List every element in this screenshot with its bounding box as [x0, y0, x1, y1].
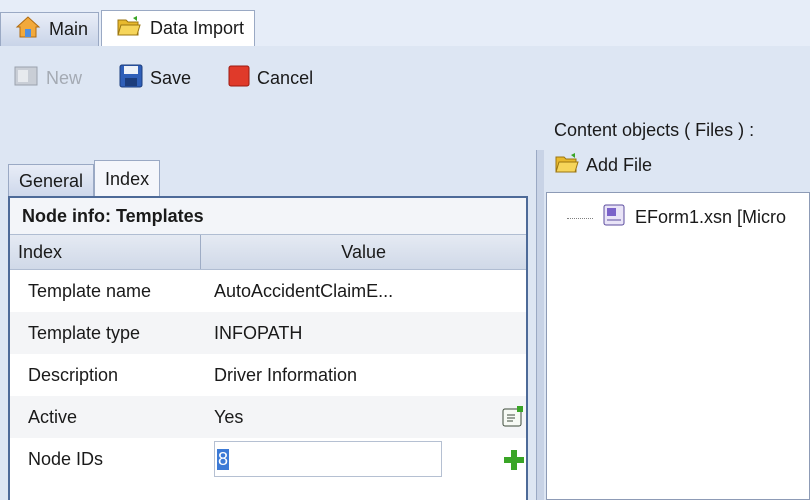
- row-index-cell: Description: [28, 364, 119, 385]
- new-button[interactable]: New: [14, 65, 82, 92]
- tab-index[interactable]: Index: [94, 160, 161, 198]
- folder-add-icon: [554, 152, 580, 179]
- infopath-file-icon: [601, 203, 627, 232]
- row-index-cell: Node IDs: [28, 448, 104, 469]
- cancel-stop-icon: [227, 64, 251, 93]
- toolbar: New Save Cancel: [0, 58, 349, 98]
- add-file-button[interactable]: Add File: [554, 152, 652, 179]
- row-value-cell: Driver Information: [214, 364, 358, 385]
- tab-main-label: Main: [49, 19, 89, 39]
- row-index-cell: Template type: [28, 322, 141, 343]
- cancel-button[interactable]: Cancel: [227, 64, 313, 93]
- add-plus-icon[interactable]: [502, 448, 524, 470]
- tab-general-label: General: [19, 171, 84, 191]
- content-objects-panel: Content objects ( Files ) : Add File EFo…: [544, 100, 810, 500]
- save-disk-icon: [118, 63, 144, 94]
- tree-item-file[interactable]: EForm1.xsn [Micro: [567, 203, 786, 232]
- column-header-value[interactable]: Value: [201, 235, 526, 269]
- new-button-label: New: [46, 67, 83, 88]
- new-document-icon: [14, 65, 40, 92]
- home-icon: [15, 15, 41, 44]
- grid-title: Node info: Templates: [10, 198, 526, 234]
- content-objects-label: Content objects ( Files ) :: [554, 120, 755, 140]
- tab-general[interactable]: General: [8, 164, 95, 198]
- node-subtabs: General Index: [8, 160, 161, 198]
- table-row[interactable]: Active Yes: [10, 396, 526, 438]
- tab-data-import-label: Data Import: [150, 18, 245, 38]
- column-header-index[interactable]: Index: [10, 235, 202, 269]
- save-button-label: Save: [150, 67, 192, 88]
- tab-main[interactable]: Main: [0, 12, 100, 46]
- row-index-cell: Active: [28, 406, 78, 427]
- cancel-button-label: Cancel: [257, 67, 314, 88]
- row-value-cell: 8: [214, 441, 526, 477]
- row-value-cell: Yes: [214, 406, 244, 427]
- edit-form-icon[interactable]: [502, 406, 524, 428]
- node-ids-input[interactable]: 8: [214, 441, 442, 477]
- table-row[interactable]: Template type INFOPATH: [10, 312, 526, 354]
- add-file-label: Add File: [586, 155, 653, 175]
- file-name-label: EForm1.xsn [Micro: [635, 207, 787, 227]
- node-info-panel: General Index Node info: Templates Index…: [0, 150, 536, 500]
- grid-header: Index Value: [10, 234, 526, 270]
- table-row[interactable]: Description Driver Information: [10, 354, 526, 396]
- index-grid: Node info: Templates Index Value Templat…: [8, 196, 528, 500]
- table-row[interactable]: Node IDs 8: [10, 438, 526, 480]
- tab-index-label: Index: [105, 169, 150, 189]
- table-row[interactable]: Template name AutoAccidentClaimE...: [10, 270, 526, 312]
- save-button[interactable]: Save: [118, 63, 191, 94]
- row-index-cell: Template name: [28, 280, 152, 301]
- panel-splitter[interactable]: [536, 150, 544, 500]
- folder-open-icon: [116, 15, 142, 42]
- top-tab-bar: Main Data Import: [0, 0, 810, 46]
- node-ids-value[interactable]: 8: [217, 448, 230, 470]
- row-value-cell: INFOPATH: [214, 322, 303, 343]
- tree-connector: [567, 218, 593, 219]
- file-tree: EForm1.xsn [Micro: [546, 192, 810, 500]
- main-tabs: Main Data Import: [0, 8, 257, 46]
- row-value-cell: AutoAccidentClaimE...: [214, 280, 394, 301]
- tab-data-import[interactable]: Data Import: [101, 10, 256, 46]
